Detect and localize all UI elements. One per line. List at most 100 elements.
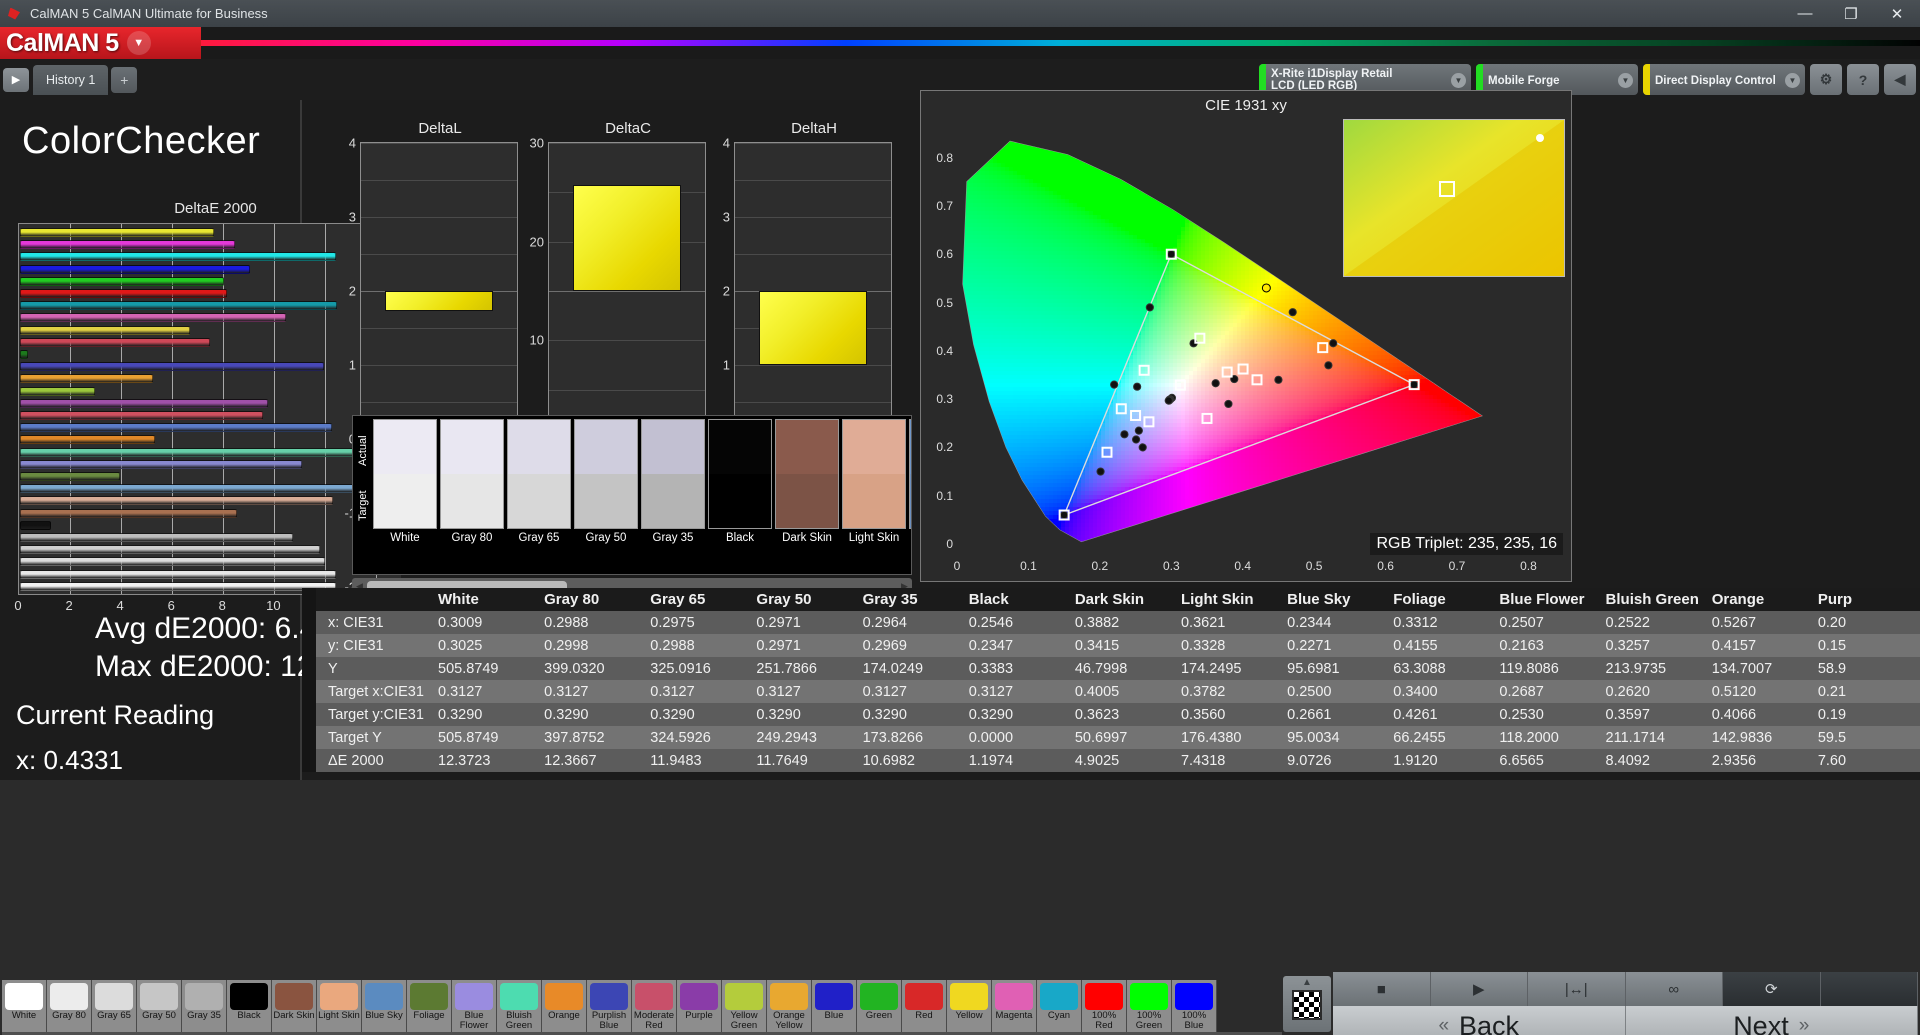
table-column-header[interactable]: Black (964, 588, 1071, 611)
patch-button[interactable]: White (2, 980, 47, 1032)
table-row[interactable]: ΔE 2000 12.3723 12.3667 11.9483 11.7649 10.69… (302, 749, 1920, 772)
patch-label: Orange Yellow (773, 1010, 805, 1031)
patch-button[interactable]: Gray 80 (47, 980, 92, 1032)
table-column-header[interactable]: Gray 65 (646, 588, 753, 611)
patch-button[interactable]: Blue Flower (452, 980, 497, 1032)
patch-label: Black (237, 1010, 261, 1021)
patch-button[interactable]: Bluish Green (497, 980, 542, 1032)
display-name: Direct Display Control (1655, 74, 1776, 87)
stop-button[interactable]: ■ (1333, 972, 1431, 1006)
deltae2000-bars (19, 227, 401, 591)
patch-button[interactable]: Cyan (1037, 980, 1082, 1032)
refresh-button[interactable]: ⟳ (1723, 972, 1821, 1006)
table-lead-cell (302, 657, 316, 680)
minimize-button[interactable]: — (1782, 0, 1828, 27)
table-column-header[interactable]: Gray 35 (858, 588, 965, 611)
add-tab-button[interactable]: + (111, 66, 138, 93)
patch-button[interactable]: Black (227, 980, 272, 1032)
patch-button[interactable]: 100% Green (1127, 980, 1172, 1032)
patch-button[interactable]: Blue (812, 980, 857, 1032)
table-column-header[interactable]: Gray 80 (540, 588, 647, 611)
swatch-compare-cell[interactable]: Blue Sky (909, 419, 911, 549)
patch-button[interactable]: 100% Blue (1172, 980, 1217, 1032)
table-column-header[interactable]: Blue Sky (1283, 588, 1390, 611)
color-patch-selector[interactable]: White Gray 80 Gray 65 Gray 50 Gray 35 Black Da… (2, 980, 1282, 1032)
table-column-header[interactable]: Gray 50 (752, 588, 859, 611)
patch-button[interactable]: Purple (677, 980, 722, 1032)
patch-button[interactable]: Green (857, 980, 902, 1032)
deltae-bar (20, 435, 156, 445)
continuous-button[interactable]: ∞ (1625, 972, 1723, 1006)
table-column-header[interactable]: Purp (1813, 588, 1920, 611)
patch-button[interactable]: Foliage (407, 980, 452, 1032)
table-column-header[interactable]: Foliage (1389, 588, 1496, 611)
patch-button[interactable]: Gray 50 (137, 980, 182, 1032)
extra-button[interactable] (1820, 972, 1918, 1006)
table-row[interactable]: Target y:CIE31 0.3290 0.3290 0.3290 0.3290 0.… (302, 703, 1920, 726)
swatch-compare-cell[interactable]: Black (708, 419, 772, 549)
patch-button[interactable]: Yellow (947, 980, 992, 1032)
table-row[interactable]: x: CIE31 0.3009 0.2988 0.2975 0.2971 0.2964 0.… (302, 611, 1920, 634)
help-icon[interactable]: ? (1847, 64, 1879, 95)
close-button[interactable]: ✕ (1874, 0, 1920, 27)
swatch-compare-cell[interactable]: Gray 50 (574, 419, 638, 549)
pattern-window-control[interactable]: ▲ (1283, 976, 1331, 1032)
patch-button[interactable]: Light Skin (317, 980, 362, 1032)
tab-history-1[interactable]: History 1 (33, 64, 109, 95)
maximize-button[interactable]: ❐ (1828, 0, 1874, 27)
measurement-table[interactable]: White Gray 80 Gray 65 Gray 50 Gray 35 Black Da… (302, 588, 1920, 773)
table-column-header[interactable]: Light Skin (1176, 588, 1284, 611)
patch-button[interactable]: Gray 35 (182, 980, 227, 1032)
display-selector[interactable]: Direct Display Control ▼ (1643, 64, 1805, 95)
patch-button[interactable]: Magenta (992, 980, 1037, 1032)
patch-button[interactable]: Orange (542, 980, 587, 1032)
table-row[interactable]: Y 505.8749 399.0320 325.0916 251.7866 174.024… (302, 657, 1920, 680)
chevron-up-icon[interactable]: ▲ (1302, 977, 1312, 988)
patch-button[interactable]: Orange Yellow (767, 980, 812, 1032)
calman-logo[interactable]: CalMAN 5 ▼ (0, 27, 201, 59)
table-cell: 0.3290 (862, 706, 907, 723)
patch-button[interactable]: Red (902, 980, 947, 1032)
collapse-panel-icon[interactable]: ◀ (1884, 64, 1916, 95)
play-icon[interactable]: ▶ (3, 67, 29, 92)
back-button[interactable]: « Back (1333, 1006, 1626, 1035)
table-column-header[interactable] (316, 588, 434, 611)
table-column-header[interactable]: White (434, 588, 541, 611)
chevron-down-icon[interactable]: ▼ (126, 31, 151, 55)
patch-button[interactable]: Gray 65 (92, 980, 137, 1032)
cie-measured-point (1224, 399, 1233, 409)
brand-bar: CalMAN 5 ▼ (0, 27, 1920, 59)
patch-button[interactable]: Moderate Red (632, 980, 677, 1032)
patch-button[interactable]: Yellow Green (722, 980, 767, 1032)
range-button[interactable]: |↔| (1528, 972, 1626, 1006)
table-cell: 0.2988 (544, 614, 589, 631)
table-row[interactable]: Target Y 505.8749 397.8752 324.5926 249.2943… (302, 726, 1920, 749)
swatch-compare-cell[interactable]: Gray 65 (507, 419, 571, 549)
checkerboard-pattern-icon[interactable] (1292, 990, 1322, 1020)
swatch-compare-cell[interactable]: Light Skin (842, 419, 906, 549)
play-button[interactable]: ▶ (1430, 972, 1528, 1006)
gear-icon[interactable]: ⚙ (1810, 64, 1842, 95)
table-lead-cell (302, 703, 316, 726)
chevron-down-icon[interactable]: ▼ (1618, 73, 1633, 88)
swatch-compare-cell[interactable]: Dark Skin (775, 419, 839, 549)
swatch-compare-cell[interactable]: White (373, 419, 437, 549)
table-column-header[interactable]: Dark Skin (1070, 588, 1177, 611)
swatch-compare-cell[interactable]: Gray 35 (641, 419, 705, 549)
table-column-header[interactable]: Blue Flower (1495, 588, 1602, 611)
patch-button[interactable]: Dark Skin (272, 980, 317, 1032)
swatch-strip[interactable]: White Gray 80 Gray 65 Gray 50 Gray 35 Black Da… (373, 419, 911, 549)
table-row[interactable]: y: CIE31 0.3025 0.2998 0.2988 0.2971 0.2969 0.… (302, 634, 1920, 657)
chevron-down-icon[interactable]: ▼ (1785, 73, 1800, 88)
chevron-down-icon[interactable]: ▼ (1451, 73, 1466, 88)
patch-button[interactable]: Blue Sky (362, 980, 407, 1032)
reading-value: 0.4331 (43, 745, 123, 775)
next-button[interactable]: Next » (1625, 1006, 1918, 1035)
swatch-compare-cell[interactable]: Gray 80 (440, 419, 504, 549)
table-row[interactable]: Target x:CIE31 0.3127 0.3127 0.3127 0.3127 0.… (302, 680, 1920, 703)
cie-zoom-inset[interactable] (1343, 119, 1565, 277)
table-column-header[interactable]: Orange (1707, 588, 1814, 611)
table-column-header[interactable]: Bluish Green (1601, 588, 1708, 611)
patch-button[interactable]: Purplish Blue (587, 980, 632, 1032)
patch-button[interactable]: 100% Red (1082, 980, 1127, 1032)
